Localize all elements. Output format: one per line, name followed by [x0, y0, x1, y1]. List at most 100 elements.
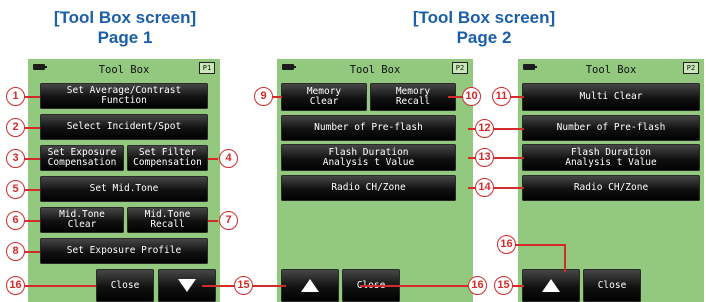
- callout-5: 5: [6, 180, 25, 199]
- flash-duration-button[interactable]: Flash Duration Analysis t Value: [281, 144, 456, 171]
- close-button[interactable]: Close: [583, 269, 641, 302]
- up-arrow-icon: [542, 279, 560, 292]
- callout-line: [24, 158, 40, 160]
- up-arrow-icon: [301, 279, 319, 292]
- flash-duration-button[interactable]: Flash Duration Analysis t Value: [522, 144, 700, 171]
- callout-10: 10: [462, 87, 481, 106]
- incident-spot-button[interactable]: Select Incident/Spot: [40, 114, 208, 140]
- callout-line: [24, 96, 40, 98]
- heading-left-page: Page 1: [97, 28, 153, 47]
- button-label: Radio CH/Zone: [573, 182, 649, 193]
- close-button[interactable]: Close: [96, 269, 154, 302]
- down-arrow-icon: [178, 279, 196, 292]
- prev-page-button[interactable]: [281, 269, 339, 302]
- page-icon: P2: [452, 62, 468, 74]
- callout-14: 14: [475, 178, 494, 197]
- callout-line: [202, 285, 234, 287]
- button-label: Clear: [67, 219, 97, 230]
- callout-line: [512, 285, 524, 287]
- button-label: Function: [101, 95, 147, 106]
- heading-left: [Tool Box screen] Page 1: [35, 8, 215, 48]
- average-contrast-button[interactable]: Set Average/Contrast Function: [40, 83, 208, 109]
- page-icon: P2: [683, 62, 699, 74]
- toolbox-screen-page2-a: Tool Box P2 Memory Clear Memory Recall N…: [277, 59, 473, 302]
- heading-right-title: [Tool Box screen]: [412, 8, 556, 27]
- button-label: Analysis t Value: [322, 156, 415, 168]
- screen-title: Tool Box: [585, 64, 637, 76]
- heading-right: [Tool Box screen] Page 2: [384, 8, 584, 48]
- button-label: Select Incident/Spot: [66, 121, 182, 132]
- memory-recall-button[interactable]: Memory Recall: [370, 83, 456, 111]
- callout-15: 15: [234, 276, 253, 295]
- callout-line: [208, 158, 218, 160]
- toolbox-screen-page1: Tool Box P1 Set Average/Contrast Functio…: [28, 59, 220, 302]
- button-label: Flash Duration: [570, 146, 652, 158]
- callout-line: [24, 285, 96, 287]
- callout-2: 2: [6, 118, 25, 137]
- button-label: Number of Pre-flash: [556, 122, 666, 133]
- page-icon: P1: [199, 62, 215, 74]
- callout-line: [24, 189, 40, 191]
- button-label: Compensation: [47, 157, 117, 168]
- callout-line: [272, 96, 282, 98]
- prev-page-button[interactable]: [522, 269, 580, 302]
- button-label: Clear: [309, 96, 339, 107]
- callout-line: [24, 127, 40, 129]
- filter-compensation-button[interactable]: Set Filter Compensation: [127, 145, 208, 171]
- button-label: Flash Duration: [328, 146, 409, 158]
- callout-13: 13: [475, 148, 494, 167]
- callout-16: 16: [468, 276, 487, 295]
- screen-title: Tool Box: [349, 64, 401, 76]
- callout-16: 16: [497, 235, 516, 254]
- exposure-compensation-button[interactable]: Set Exposure Compensation: [40, 145, 124, 171]
- button-label: Close: [110, 279, 140, 291]
- callout-3: 3: [6, 149, 25, 168]
- toolbox-screen-page2-b: Tool Box P2 Multi Clear Number of Pre-fl…: [518, 59, 704, 302]
- callout-line: [24, 220, 40, 222]
- status-bar: Tool Box P2: [518, 59, 704, 81]
- screen-title: Tool Box: [98, 64, 150, 76]
- callout-line: [208, 220, 218, 222]
- heading-right-page: Page 2: [456, 28, 512, 47]
- callout-line: [24, 251, 40, 253]
- multi-clear-button[interactable]: Multi Clear: [522, 83, 700, 111]
- callout-11: 11: [492, 87, 511, 106]
- button-label: Analysis t Value: [565, 156, 657, 168]
- callout-line: [360, 285, 468, 287]
- pre-flash-button[interactable]: Number of Pre-flash: [522, 115, 700, 141]
- memory-clear-button[interactable]: Memory Clear: [281, 83, 367, 111]
- callout-line: [564, 244, 566, 272]
- callout-15: 15: [494, 276, 513, 295]
- callout-4: 4: [219, 149, 238, 168]
- callout-line: [448, 96, 462, 98]
- radio-zone-button[interactable]: Radio CH/Zone: [522, 175, 700, 201]
- button-label: Recall: [395, 96, 431, 107]
- exposure-profile-button[interactable]: Set Exposure Profile: [40, 238, 208, 264]
- callout-1: 1: [6, 87, 25, 106]
- callout-8: 8: [6, 242, 25, 261]
- callout-7: 7: [219, 211, 238, 230]
- heading-left-title: [Tool Box screen]: [53, 8, 197, 27]
- callout-12: 12: [475, 119, 494, 138]
- button-label: Number of Pre-flash: [314, 122, 423, 133]
- status-bar: Tool Box P1: [28, 59, 220, 81]
- pre-flash-button[interactable]: Number of Pre-flash: [281, 115, 456, 141]
- callout-6: 6: [6, 211, 25, 230]
- radio-zone-button[interactable]: Radio CH/Zone: [281, 175, 456, 201]
- callout-line: [515, 244, 565, 246]
- mid-tone-clear-button[interactable]: Mid.Tone Clear: [40, 207, 124, 233]
- button-label: Recall: [150, 219, 185, 230]
- button-label: Radio CH/Zone: [331, 182, 406, 193]
- mid-tone-button[interactable]: Set Mid.Tone: [40, 176, 208, 202]
- callout-line: [510, 96, 524, 98]
- button-label: Multi Clear: [579, 91, 643, 102]
- callout-9: 9: [254, 87, 273, 106]
- mid-tone-recall-button[interactable]: Mid.Tone Recall: [127, 207, 208, 233]
- status-bar: Tool Box P2: [277, 59, 473, 81]
- button-label: Close: [597, 279, 627, 291]
- button-label: Set Mid.Tone: [89, 183, 159, 194]
- callout-16: 16: [6, 276, 25, 295]
- button-label: Compensation: [133, 157, 202, 168]
- button-label: Set Exposure Profile: [66, 245, 182, 256]
- callout-line: [252, 285, 286, 287]
